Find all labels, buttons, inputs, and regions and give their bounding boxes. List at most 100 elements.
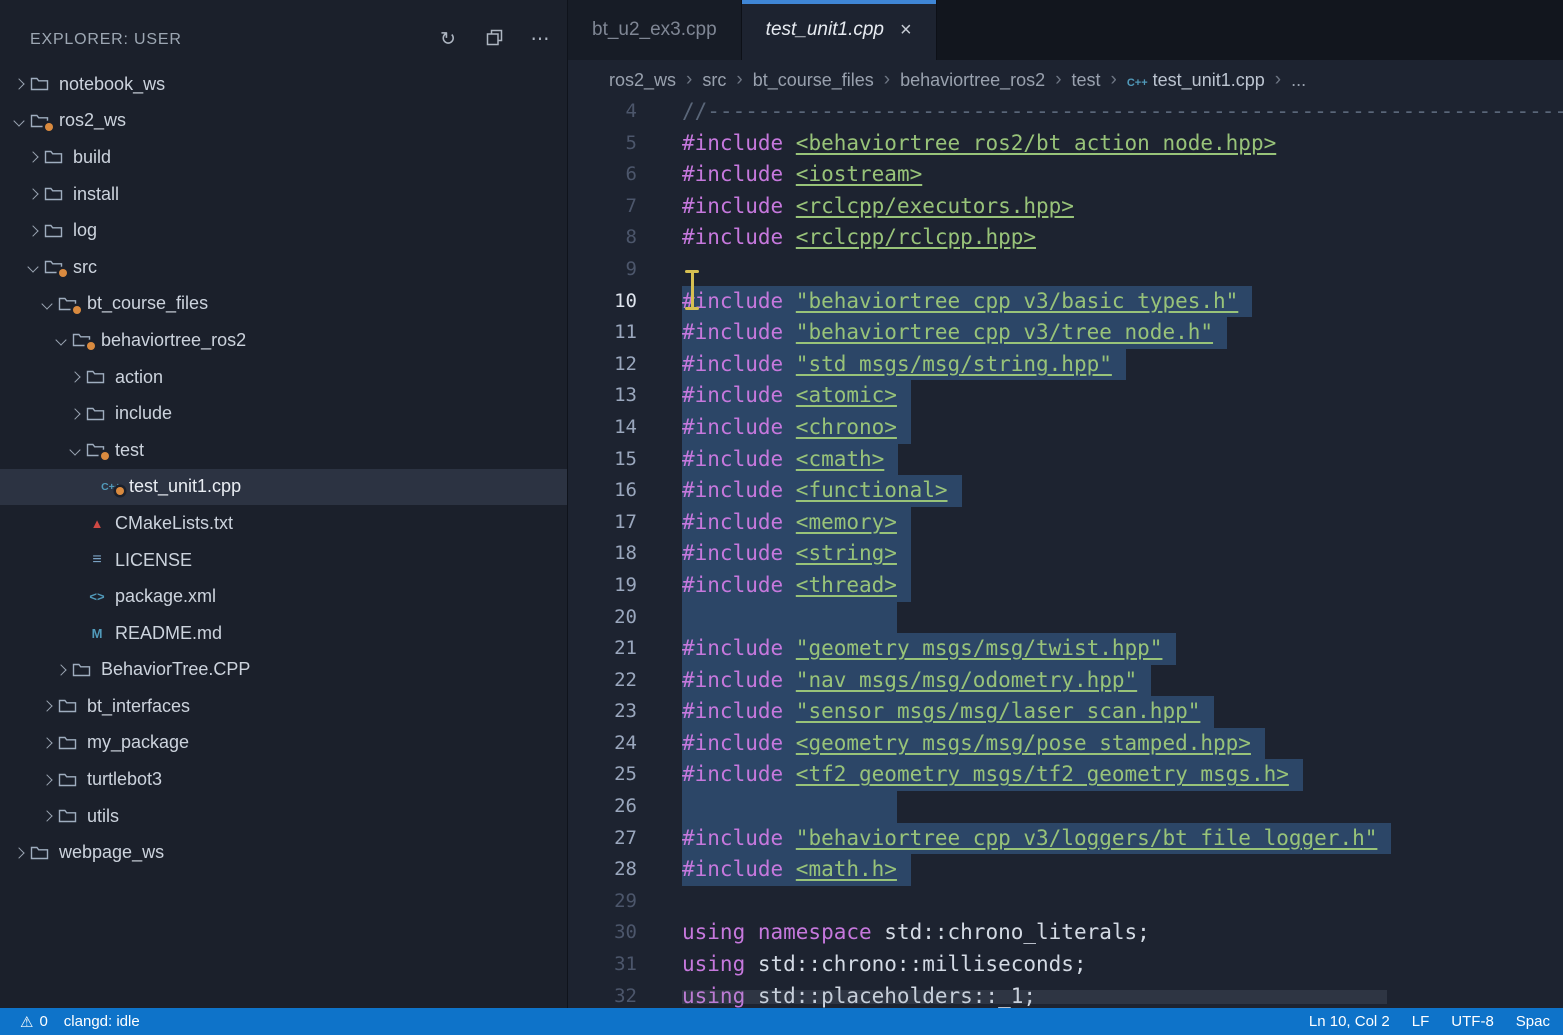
code-line-23[interactable]: 23#include "sensor_msgs/msg/laser_scan.h…: [568, 696, 1563, 728]
code-line-21[interactable]: 21#include "geometry_msgs/msg/twist.hpp": [568, 633, 1563, 665]
code-token: #include: [682, 383, 796, 407]
clangd-status[interactable]: clangd: idle: [56, 1013, 148, 1030]
line-number: 20: [568, 602, 637, 634]
tree-item-package.xml[interactable]: <>package.xml: [0, 578, 567, 615]
tree-item-label: behaviortree_ros2: [101, 330, 246, 351]
breadcrumb-label: ...: [1291, 70, 1306, 90]
tree-item-bt_interfaces[interactable]: bt_interfaces: [0, 688, 567, 725]
tree-item-LICENSE[interactable]: ≡LICENSE: [0, 542, 567, 579]
line-content: [682, 602, 897, 634]
breadcrumb-item-test_unit1.cpp[interactable]: C++test_unit1.cpp: [1127, 70, 1265, 91]
breadcrumb-item-bt_course_files[interactable]: bt_course_files: [753, 70, 874, 91]
breadcrumb-item-ros2_ws[interactable]: ros2_ws: [609, 70, 676, 91]
tree-item-label: webpage_ws: [59, 842, 164, 863]
line-content: #include "behaviortree_cpp_v3/basic_type…: [682, 286, 1252, 318]
indentation-indicator[interactable]: Spac: [1505, 1013, 1561, 1030]
editor-group: bt_u2_ex3.cpp test_unit1.cpp × ros2_ws › s…: [568, 0, 1563, 1008]
code-line-10[interactable]: 10#include "behaviortree_cpp_v3/basic_ty…: [568, 286, 1563, 318]
tree-item-action[interactable]: action: [0, 359, 567, 396]
tree-item-include[interactable]: include: [0, 395, 567, 432]
tree-item-label: notebook_ws: [59, 74, 165, 95]
code-line-18[interactable]: 18#include <string>: [568, 538, 1563, 570]
tree-item-test_unit1.cpp[interactable]: C++test_unit1.cpp: [0, 469, 567, 506]
code-line-20[interactable]: 20: [568, 602, 1563, 634]
folder-icon: [58, 772, 79, 788]
tree-item-install[interactable]: install: [0, 176, 567, 213]
tree-item-turtlebot3[interactable]: turtlebot3: [0, 761, 567, 798]
code-token: using: [682, 920, 758, 944]
problems-indicator[interactable]: ⚠ 0: [12, 1013, 56, 1031]
tree-item-src[interactable]: src: [0, 249, 567, 286]
code-token: #include: [682, 857, 796, 881]
tree-item-webpage_ws[interactable]: webpage_ws: [0, 834, 567, 871]
code-line-27[interactable]: 27#include "behaviortree_cpp_v3/loggers/…: [568, 823, 1563, 855]
code-line-30[interactable]: 30using namespace std::chrono_literals;: [568, 917, 1563, 949]
code-line-28[interactable]: 28#include <math.h>: [568, 854, 1563, 886]
code-line-9[interactable]: 9: [568, 254, 1563, 286]
horizontal-scrollbar[interactable]: [682, 990, 1387, 1004]
code-line-4[interactable]: 4//-------------------------------------…: [568, 100, 1563, 128]
include-path: "behaviortree_cpp_v3/loggers/bt_file_log…: [796, 826, 1378, 850]
code-line-7[interactable]: 7#include <rclcpp/executors.hpp>: [568, 191, 1563, 223]
code-token: #include: [682, 826, 796, 850]
code-line-6[interactable]: 6#include <iostream>: [568, 159, 1563, 191]
breadcrumb-item-test[interactable]: test: [1072, 70, 1101, 91]
code-token: #include: [682, 699, 796, 723]
code-line-29[interactable]: 29: [568, 886, 1563, 918]
code-line-17[interactable]: 17#include <memory>: [568, 507, 1563, 539]
code-line-25[interactable]: 25#include <tf2_geometry_msgs/tf2_geomet…: [568, 759, 1563, 791]
code-line-11[interactable]: 11#include "behaviortree_cpp_v3/tree_nod…: [568, 317, 1563, 349]
line-content: #include <functional>: [682, 475, 962, 507]
tree-item-utils[interactable]: utils: [0, 798, 567, 835]
tree-item-notebook_ws[interactable]: notebook_ws: [0, 66, 567, 103]
tab-bt_u2_ex3-cpp[interactable]: bt_u2_ex3.cpp: [568, 0, 742, 60]
tree-item-behaviortree_ros2[interactable]: behaviortree_ros2: [0, 322, 567, 359]
breadcrumb-item-src[interactable]: src: [702, 70, 726, 91]
close-icon[interactable]: ×: [900, 19, 912, 42]
code-line-31[interactable]: 31using std::chrono::milliseconds;: [568, 949, 1563, 981]
refresh-icon[interactable]: ↻: [437, 30, 459, 50]
tree-item-label: CMakeLists.txt: [115, 513, 233, 534]
breadcrumb-item-...[interactable]: ...: [1291, 70, 1306, 91]
code-line-24[interactable]: 24#include <geometry_msgs/msg/pose_stamp…: [568, 728, 1563, 760]
tab-test_unit1-cpp[interactable]: test_unit1.cpp ×: [742, 0, 937, 60]
code-token: #include: [682, 636, 796, 660]
code-token: #include: [682, 731, 796, 755]
tree-item-test[interactable]: test: [0, 432, 567, 469]
line-number: 24: [568, 728, 637, 760]
code-token: #include: [682, 478, 796, 502]
include-path: <math.h>: [796, 857, 897, 881]
chevron-right-icon: [38, 697, 58, 715]
tree-item-bt_course_files[interactable]: bt_course_files: [0, 286, 567, 323]
tree-item-log[interactable]: log: [0, 212, 567, 249]
open-editors-icon[interactable]: [483, 29, 505, 51]
tree-item-build[interactable]: build: [0, 139, 567, 176]
line-content: #include <cmath>: [682, 444, 898, 476]
encoding-indicator[interactable]: UTF-8: [1440, 1013, 1505, 1030]
code-line-15[interactable]: 15#include <cmath>: [568, 444, 1563, 476]
code-line-26[interactable]: 26: [568, 791, 1563, 823]
code-line-13[interactable]: 13#include <atomic>: [568, 380, 1563, 412]
breadcrumb-item-behaviortree_ros2[interactable]: behaviortree_ros2: [900, 70, 1045, 91]
tree-item-BehaviorTree.CPP[interactable]: BehaviorTree.CPP: [0, 652, 567, 689]
eol-indicator[interactable]: LF: [1401, 1013, 1441, 1030]
chevron-right-icon: [66, 405, 86, 423]
cursor-position[interactable]: Ln 10, Col 2: [1298, 1013, 1401, 1030]
code-line-14[interactable]: 14#include <chrono>: [568, 412, 1563, 444]
code-line-22[interactable]: 22#include "nav_msgs/msg/odometry.hpp": [568, 665, 1563, 697]
chevron-down-icon: [52, 331, 72, 349]
tree-item-README.md[interactable]: MREADME.md: [0, 615, 567, 652]
code-line-8[interactable]: 8#include <rclcpp/rclcpp.hpp>: [568, 222, 1563, 254]
tree-item-my_package[interactable]: my_package: [0, 725, 567, 762]
line-number: 12: [568, 349, 637, 381]
code-line-12[interactable]: 12#include "std_msgs/msg/string.hpp": [568, 349, 1563, 381]
tree-item-CMakeLists.txt[interactable]: ▲CMakeLists.txt: [0, 505, 567, 542]
tree-item-ros2_ws[interactable]: ros2_ws: [0, 103, 567, 140]
code-token: #include: [682, 225, 796, 249]
code-line-5[interactable]: 5#include <behaviortree_ros2/bt_action_n…: [568, 128, 1563, 160]
code-line-16[interactable]: 16#include <functional>: [568, 475, 1563, 507]
more-actions-icon[interactable]: ⋯: [529, 30, 551, 50]
code-editor[interactable]: 4//-------------------------------------…: [568, 100, 1563, 1008]
code-line-19[interactable]: 19#include <thread>: [568, 570, 1563, 602]
breadcrumb-separator-icon: ›: [1111, 69, 1117, 91]
